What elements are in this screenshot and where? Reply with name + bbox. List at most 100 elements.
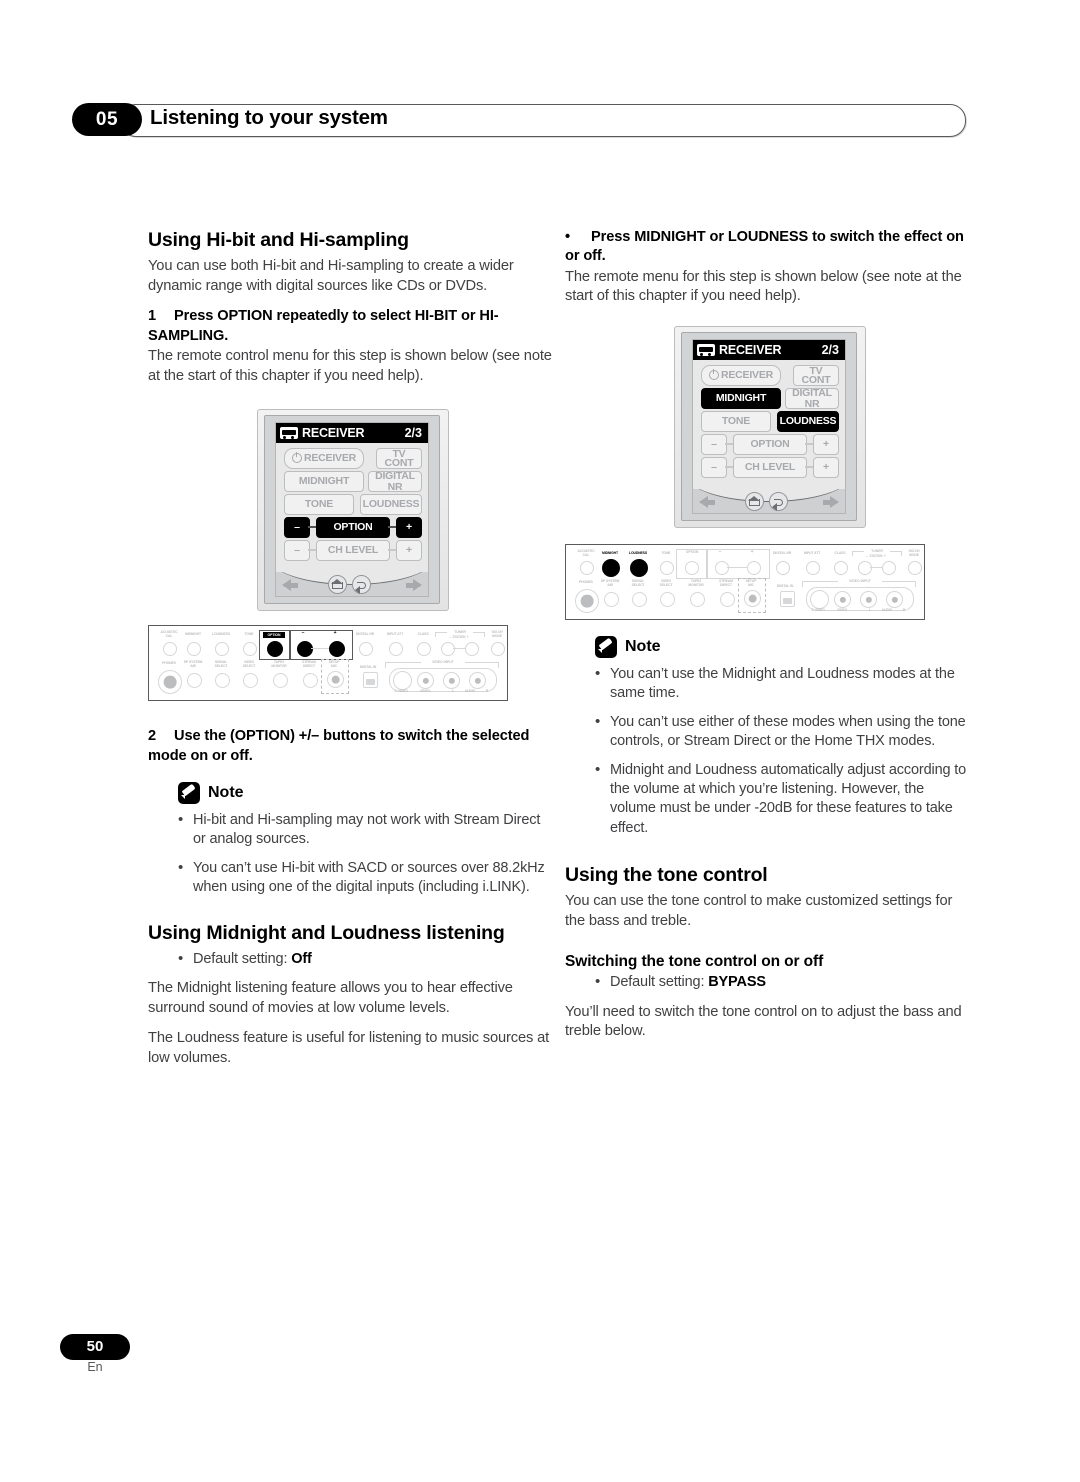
- panel-jack-phones[interactable]: [575, 589, 599, 613]
- panel-knob-sp-system[interactable]: [604, 592, 619, 607]
- remote-key-midnight[interactable]: MIDNIGHT: [701, 388, 781, 409]
- panel-station-link: [870, 567, 882, 569]
- remote-key-option-label: OPTION: [333, 521, 373, 534]
- panel-label-option: OPTION: [263, 632, 285, 639]
- panel-knob-station-plus[interactable]: [882, 561, 896, 575]
- panel-knob-loudness[interactable]: [215, 642, 229, 657]
- panel-jack-audio-l[interactable]: [860, 591, 877, 608]
- remote-key-midnight[interactable]: MIDNIGHT: [284, 471, 364, 493]
- remote-key-chlevel[interactable]: CH LEVEL: [316, 540, 390, 562]
- remote-nav-bar: [275, 572, 429, 598]
- note-item: You can’t use Hi-bit with SACD or source…: [178, 858, 556, 898]
- remote-key-tv-cont[interactable]: TV CONT: [376, 448, 422, 470]
- tone-control-closing: You’ll need to switch the tone control o…: [565, 1003, 962, 1040]
- panel-knob-digital-nr[interactable]: [776, 561, 790, 575]
- arrow-left-icon[interactable]: [282, 579, 298, 592]
- remote-key-tv-cont[interactable]: TV CONT: [793, 365, 839, 386]
- remote-key-chlevel-plus[interactable]: +: [396, 540, 422, 562]
- remote-lcd-screen: RECEIVER 2/3 RECEIVER TV CONT MIDNIGHT D…: [275, 422, 429, 575]
- panel-jack-digital-in[interactable]: [780, 591, 795, 607]
- remote-key-option-plus[interactable]: +: [396, 517, 422, 539]
- remote-key-chlevel-label: CH LEVEL: [744, 461, 796, 474]
- remote-key-digital-nr-label: DIGITAL NR: [792, 387, 832, 410]
- panel-knob-tape2-monitor[interactable]: [273, 673, 288, 689]
- remote-key-option-minus[interactable]: –: [701, 434, 727, 455]
- panel-knob-plus[interactable]: [747, 561, 761, 575]
- panel-knob-option[interactable]: [685, 561, 699, 575]
- panel-knob-stream-direct[interactable]: [303, 673, 318, 689]
- remote-key-receiver-label: RECEIVER: [720, 369, 774, 382]
- default-setting-item: Default setting: BYPASS: [595, 972, 973, 992]
- return-icon[interactable]: [352, 575, 371, 595]
- arrow-right-icon[interactable]: [823, 496, 839, 508]
- panel-knob-class[interactable]: [834, 561, 848, 575]
- arrow-right-icon[interactable]: [406, 579, 422, 592]
- remote-key-option[interactable]: OPTION: [733, 434, 807, 455]
- arrow-left-icon[interactable]: [699, 496, 715, 508]
- panel-knob-input-att[interactable]: [389, 642, 403, 657]
- panel-jack-video[interactable]: [834, 591, 851, 608]
- remote-key-chlevel-minus[interactable]: –: [284, 540, 310, 562]
- panel-knob-video-select[interactable]: [243, 673, 258, 689]
- panel-knob-midnight[interactable]: [602, 559, 620, 577]
- panel-knob-midnight[interactable]: [187, 642, 201, 657]
- remote-key-chlevel[interactable]: CH LEVEL: [733, 457, 807, 478]
- remote-key-chlevel-minus[interactable]: –: [701, 457, 727, 478]
- panel-jack-phones[interactable]: [158, 670, 182, 695]
- default-setting-value: BYPASS: [708, 974, 766, 991]
- pencil-icon: [595, 636, 617, 658]
- remote-key-loudness[interactable]: LOUDNESS: [777, 411, 839, 432]
- panel-jack-digital-in[interactable]: [363, 672, 378, 689]
- default-setting-prefix: Default setting:: [193, 950, 292, 967]
- remote-nav-bar: [692, 489, 846, 514]
- panel-knob-acoustic-cal[interactable]: [163, 642, 177, 657]
- remote-key-digital-nr[interactable]: DIGITAL NR: [368, 471, 422, 493]
- remote-key-tone[interactable]: TONE: [701, 411, 771, 432]
- panel-knob-acoustic-cal[interactable]: [580, 561, 594, 575]
- panel-knob-sigch-mode[interactable]: [491, 642, 505, 657]
- panel-knob-video-select[interactable]: [660, 592, 675, 607]
- home-icon[interactable]: [745, 492, 764, 511]
- remote-page-indicator: 2/3: [404, 426, 422, 441]
- panel-knob-digital-nr[interactable]: [359, 642, 373, 657]
- panel-knob-signal-select[interactable]: [632, 592, 647, 607]
- panel-knob-stream-direct[interactable]: [720, 592, 735, 607]
- remote-key-loudness[interactable]: LOUDNESS: [360, 494, 422, 516]
- remote-key-chlevel-plus[interactable]: +: [813, 457, 839, 478]
- default-setting-tone: Default setting: BYPASS: [565, 972, 973, 992]
- heading-tone-control: Using the tone control: [565, 864, 768, 887]
- receiver-icon: [697, 344, 715, 356]
- remote-key-option[interactable]: OPTION: [316, 517, 390, 539]
- panel-label-video-input: VIDEO INPUT: [838, 579, 882, 583]
- panel-jack-setup-mic[interactable]: [744, 590, 761, 607]
- panel-knob-tone[interactable]: [660, 561, 674, 575]
- remote-key-option-plus[interactable]: +: [813, 434, 839, 455]
- subheading-switching-tone-control: Switching the tone control on or off: [565, 953, 824, 971]
- panel-jack-s-video[interactable]: [810, 590, 829, 609]
- panel-knob-tone[interactable]: [243, 642, 257, 657]
- default-setting-value: Off: [291, 950, 312, 967]
- panel-knob-sigch-mode[interactable]: [908, 561, 922, 575]
- step-2: 2 Use the (OPTION) +/– buttons to switch …: [148, 727, 556, 766]
- remote-key-receiver[interactable]: RECEIVER: [284, 448, 364, 470]
- panel-knob-station-plus[interactable]: [465, 642, 479, 657]
- panel-station-link: [453, 648, 465, 650]
- remote-key-tone[interactable]: TONE: [284, 494, 354, 516]
- step-2-number: 2: [148, 728, 157, 745]
- panel-knob-input-att[interactable]: [806, 561, 820, 575]
- remote-key-option-minus[interactable]: –: [284, 517, 310, 539]
- return-icon[interactable]: [769, 492, 788, 511]
- remote-key-receiver[interactable]: RECEIVER: [701, 365, 781, 386]
- panel-knob-sp-system[interactable]: [187, 673, 202, 689]
- note-item: You can’t use the Midnight and Loudness …: [595, 664, 973, 704]
- remote-lcd-screen: RECEIVER 2/3 RECEIVER TV CONT MIDNIGHT D…: [692, 339, 846, 491]
- panel-knob-loudness[interactable]: [630, 559, 648, 577]
- panel-knob-class[interactable]: [417, 642, 431, 657]
- panel-knob-tape2-monitor[interactable]: [690, 592, 705, 607]
- panel-jack-audio-r[interactable]: [886, 591, 903, 608]
- footer-language: En: [87, 1360, 103, 1374]
- note-item: Hi-bit and Hi-sampling may not work with…: [178, 810, 556, 850]
- home-icon[interactable]: [328, 575, 347, 595]
- panel-knob-signal-select[interactable]: [215, 673, 230, 689]
- remote-key-digital-nr[interactable]: DIGITAL NR: [785, 388, 839, 409]
